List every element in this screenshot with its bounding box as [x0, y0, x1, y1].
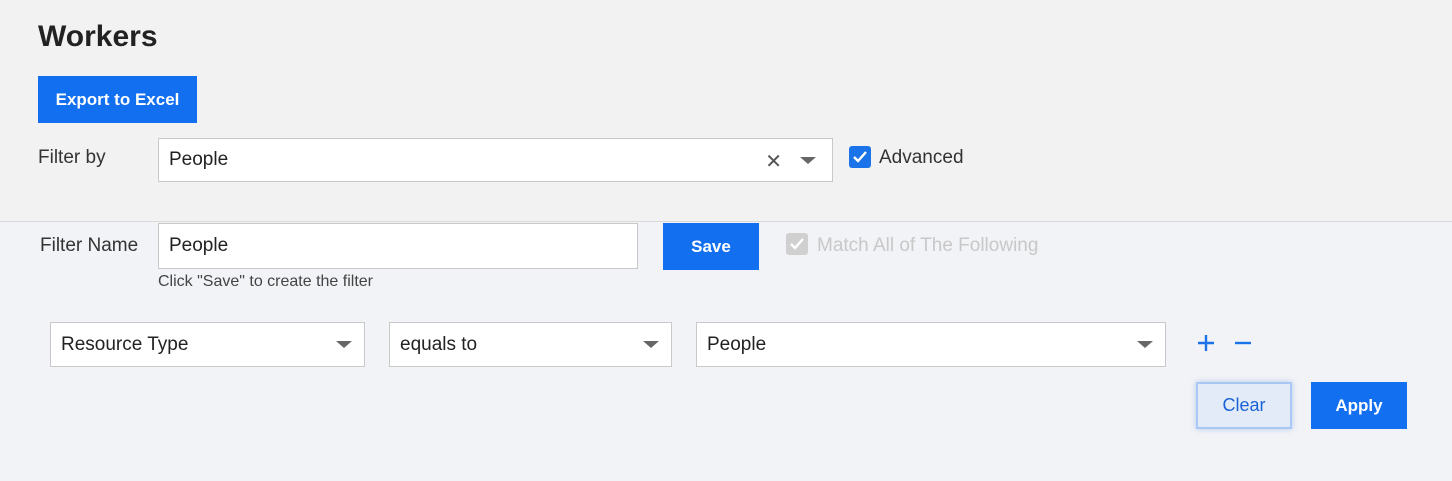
filter-by-select[interactable]: People ✕: [158, 138, 833, 182]
condition-operator-select[interactable]: equals to: [389, 322, 672, 367]
condition-field-value: Resource Type: [61, 333, 189, 355]
condition-field-select[interactable]: Resource Type: [50, 322, 365, 367]
checkmark-icon: [790, 238, 804, 250]
advanced-checkbox[interactable]: [849, 146, 871, 168]
checkmark-icon: [853, 151, 867, 163]
match-all-checkbox: [786, 233, 808, 255]
chevron-down-icon[interactable]: [800, 157, 816, 164]
chevron-down-icon[interactable]: [336, 341, 352, 348]
filter-name-input[interactable]: People: [158, 223, 638, 269]
clear-button[interactable]: Clear: [1196, 382, 1292, 429]
apply-button[interactable]: Apply: [1311, 382, 1407, 429]
minus-icon[interactable]: [1233, 331, 1253, 355]
filter-by-label: Filter by: [38, 147, 106, 168]
filter-name-value: People: [169, 235, 229, 256]
filter-name-label: Filter Name: [40, 235, 139, 256]
header-panel: Workers Export to Excel Filter by People…: [0, 0, 1452, 222]
export-to-excel-button[interactable]: Export to Excel: [38, 76, 197, 123]
page-title: Workers: [38, 20, 158, 53]
chevron-down-icon[interactable]: [1137, 341, 1153, 348]
match-all-label: Match All of The Following: [817, 235, 1039, 256]
save-hint-text: Click "Save" to create the filter: [158, 273, 373, 290]
close-icon[interactable]: ✕: [765, 149, 782, 174]
save-button[interactable]: Save: [663, 223, 759, 270]
condition-value-select[interactable]: People: [696, 322, 1166, 367]
plus-icon[interactable]: [1196, 331, 1216, 355]
advanced-label: Advanced: [879, 147, 964, 168]
filter-by-selected-value: People: [169, 149, 229, 170]
condition-value-text: People: [707, 333, 767, 355]
condition-operator-value: equals to: [400, 333, 478, 355]
chevron-down-icon[interactable]: [643, 341, 659, 348]
